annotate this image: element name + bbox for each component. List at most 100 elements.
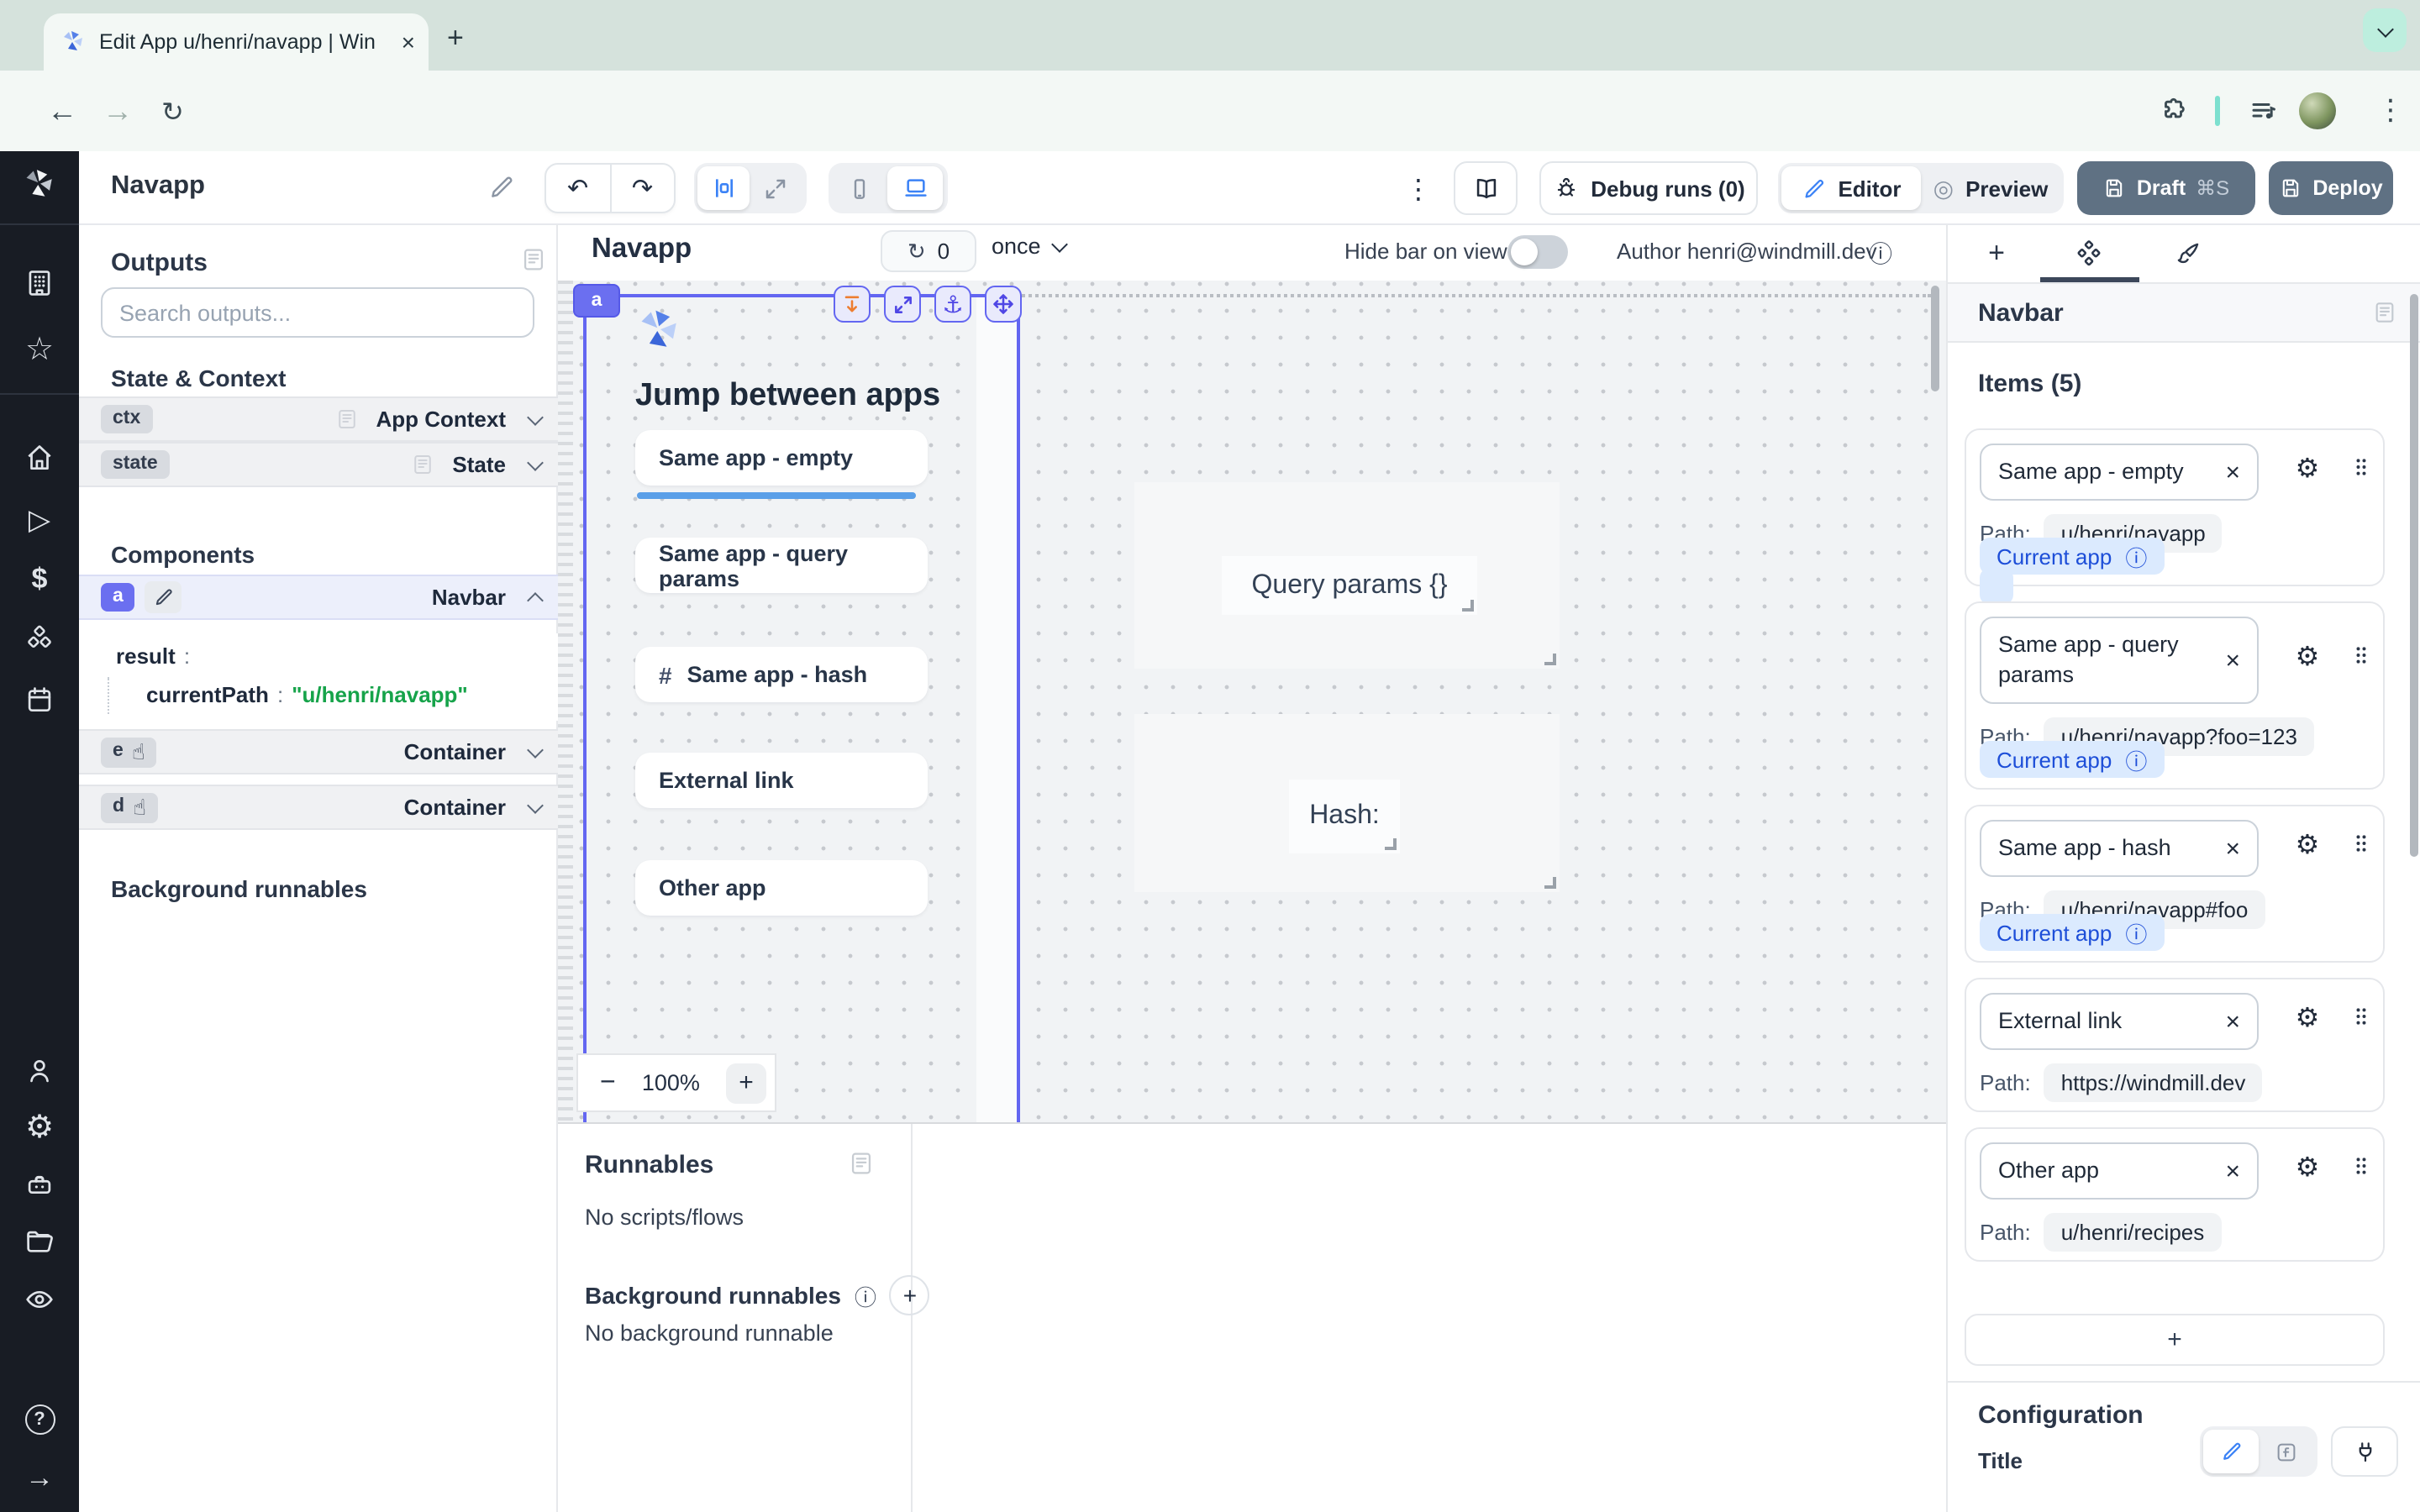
media-controls-icon[interactable] (2249, 96, 2279, 126)
sidebar-item-audit-logs[interactable] (0, 1278, 79, 1319)
item-label-input[interactable]: External link × (1980, 993, 2259, 1050)
centered-layout-icon[interactable] (697, 166, 750, 210)
sidebar-item-workspace[interactable] (0, 262, 79, 302)
chevron-down-icon[interactable] (527, 796, 544, 813)
sidebar-item-schedules[interactable] (0, 679, 79, 719)
sidebar-item-help[interactable]: ? (0, 1399, 79, 1440)
resize-corner[interactable] (1462, 600, 1474, 612)
reload-icon[interactable]: ↻ (161, 96, 184, 129)
drag-handle-icon[interactable] (2349, 1152, 2376, 1179)
resize-corner[interactable] (1544, 654, 1556, 665)
item-label-input[interactable]: Same app - empty × (1980, 444, 2259, 501)
container-query-params[interactable]: Query params {} (1134, 482, 1560, 669)
fullwidth-layout-icon[interactable] (750, 166, 802, 210)
component-row-container-e[interactable]: e☝ Container (79, 729, 558, 774)
clear-icon[interactable]: × (2225, 1007, 2240, 1036)
tab-close-icon[interactable]: × (402, 29, 415, 55)
item-settings-gear-icon[interactable]: ⚙ (2289, 1151, 2326, 1184)
zoom-out-button[interactable]: − (600, 1068, 616, 1098)
debug-runs-button[interactable]: Debug runs (0) (1539, 161, 1758, 215)
desktop-icon[interactable] (887, 166, 943, 210)
item-settings-gear-icon[interactable]: ⚙ (2289, 1001, 2326, 1035)
item-settings-gear-icon[interactable]: ⚙ (2289, 452, 2326, 486)
undo-button[interactable]: ↶ (546, 165, 609, 212)
clear-icon[interactable]: × (2225, 458, 2240, 486)
sidebar-item-home[interactable] (0, 437, 79, 477)
browser-menu-icon[interactable]: ⋮ (2376, 94, 2405, 128)
chevron-down-icon[interactable] (527, 454, 544, 470)
collapse-panel-icon[interactable] (519, 245, 548, 274)
nav-item-query-params[interactable]: Same app - query params (635, 538, 928, 593)
drag-handle-icon[interactable] (2349, 1003, 2376, 1030)
canvas-body[interactable]: a ⚓ Jump between apps Same app - empty S… (558, 281, 1946, 1122)
expression-mode-icon[interactable] (2259, 1430, 2314, 1473)
collapse-panel-icon[interactable] (847, 1149, 876, 1178)
item-path-value[interactable]: https://windmill.dev (2044, 1063, 2263, 1102)
item-path-value[interactable]: u/henri/recipes (2044, 1213, 2222, 1252)
back-icon[interactable]: ← (47, 94, 77, 129)
docs-button[interactable] (1454, 161, 1518, 215)
sidebar-item-workers[interactable] (0, 1164, 79, 1205)
clear-icon[interactable]: × (2225, 646, 2240, 675)
forward-icon[interactable]: → (103, 94, 133, 129)
browser-tab[interactable]: Edit App u/henri/navapp | Win × (44, 13, 429, 71)
drag-handle-icon[interactable] (2349, 454, 2376, 480)
nav-item-external-link[interactable]: External link (635, 753, 928, 808)
extensions-icon[interactable] (2160, 96, 2190, 126)
item-label-input[interactable]: Same app - hash × (1980, 820, 2259, 877)
resize-corner[interactable] (1385, 838, 1397, 850)
chevron-down-icon[interactable] (527, 741, 544, 758)
collapse-panel-icon[interactable] (2371, 299, 2398, 326)
resize-corner[interactable] (1544, 877, 1556, 889)
item-label-input[interactable]: Other app × (1980, 1142, 2259, 1200)
zoom-in-button[interactable]: + (726, 1063, 766, 1103)
component-row-navbar[interactable]: a Navbar (79, 575, 558, 620)
add-background-runnable-button[interactable]: + (890, 1275, 930, 1315)
selection-right-edge[interactable] (1017, 294, 1020, 1122)
sidebar-item-users[interactable] (0, 1050, 79, 1090)
more-options-kebab-icon[interactable]: ⋮ (1405, 173, 1432, 207)
chevron-down-icon[interactable] (527, 408, 544, 425)
nav-item-other-app[interactable]: Other app (635, 860, 928, 916)
chevron-up-icon[interactable] (527, 592, 544, 609)
profile-avatar[interactable] (2299, 92, 2336, 129)
expand-down-handle[interactable] (834, 286, 871, 323)
item-settings-gear-icon[interactable]: ⚙ (2289, 828, 2326, 862)
deploy-button[interactable]: Deploy (2269, 161, 2393, 215)
refresh-count-button[interactable]: ↻ 0 (881, 230, 976, 272)
windmill-logo[interactable] (0, 165, 79, 205)
tab-styling[interactable] (2166, 234, 2207, 274)
tab-insert-component[interactable]: + (1976, 234, 2017, 274)
static-value-pencil-icon[interactable] (2203, 1430, 2259, 1473)
drag-handle-icon[interactable] (2349, 642, 2376, 669)
selection-left-edge[interactable] (583, 294, 587, 1122)
info-icon[interactable]: ⓘ (1869, 237, 1892, 270)
component-row-container-d[interactable]: d☝ Container (79, 785, 558, 830)
nav-item-hash[interactable]: #Same app - hash (635, 647, 928, 702)
drag-handle-icon[interactable] (2349, 830, 2376, 857)
nav-item-same-app-empty[interactable]: Same app - empty (635, 430, 928, 486)
panel-scrollbar[interactable] (2410, 294, 2418, 857)
item-label-input[interactable]: Same app - query params × (1980, 617, 2259, 704)
tab-editor[interactable]: Editor (1781, 166, 1921, 210)
search-outputs-input[interactable] (101, 287, 534, 338)
move-handle[interactable] (985, 286, 1022, 323)
info-icon[interactable]: ⓘ (2125, 540, 2147, 572)
sidebar-item-variables[interactable]: $ (0, 558, 79, 598)
draft-button[interactable]: Draft ⌘S (2077, 161, 2255, 215)
sidebar-collapse-icon[interactable]: → (0, 1457, 79, 1497)
tab-component-settings[interactable] (2069, 234, 2109, 274)
add-nav-item-button[interactable]: + (1965, 1314, 2385, 1366)
tab-search-button[interactable] (2363, 8, 2407, 52)
sidebar-item-settings[interactable]: ⚙ (0, 1107, 79, 1147)
info-icon[interactable]: ⓘ (2125, 916, 2147, 948)
info-icon[interactable]: ⓘ (2125, 743, 2147, 775)
clear-icon[interactable]: × (2225, 1157, 2240, 1185)
component-id-tab[interactable]: a (573, 284, 620, 318)
sidebar-item-runs[interactable]: ▷ (0, 499, 79, 539)
hide-bar-toggle[interactable] (1507, 235, 1568, 269)
canvas-scrollbar[interactable] (1931, 286, 1939, 391)
anchor-handle[interactable]: ⚓ (934, 286, 971, 323)
output-row-ctx[interactable]: ctx App Context (79, 396, 558, 442)
container-hash[interactable]: Hash: (1134, 714, 1560, 892)
